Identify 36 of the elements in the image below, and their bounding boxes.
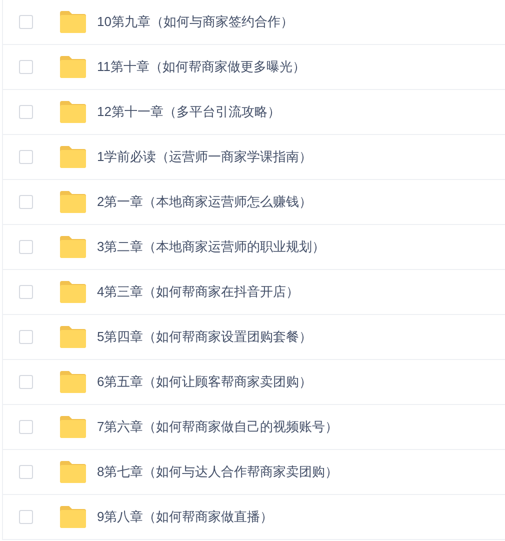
folder-name[interactable]: 4第三章（如何帮商家在抖音开店） [97,282,300,302]
checkbox[interactable] [19,510,33,524]
folder-icon [60,101,86,123]
folder-icon [60,146,86,168]
folder-name[interactable]: 12第十一章（多平台引流攻略） [97,102,280,122]
folder-name[interactable]: 1学前必读（运营师一商家学课指南） [97,147,312,167]
folder-icon [60,56,86,78]
checkbox[interactable] [19,285,33,299]
folder-name[interactable]: 6第五章（如何让顾客帮商家卖团购） [97,372,312,392]
folder-name[interactable]: 9第八章（如何帮商家做直播） [97,507,274,527]
folder-name[interactable]: 10第九章（如何与商家签约合作） [97,12,294,32]
checkbox[interactable] [19,195,33,209]
folder-name[interactable]: 3第二章（本地商家运营师的职业规划） [97,237,326,257]
folder-name[interactable]: 2第一章（本地商家运营师怎么赚钱） [97,192,312,212]
checkbox[interactable] [19,150,33,164]
checkbox[interactable] [19,330,33,344]
folder-icon [60,11,86,33]
folder-name[interactable]: 5第四章（如何帮商家设置团购套餐） [97,327,312,347]
checkbox[interactable] [19,240,33,254]
folder-icon [60,416,86,438]
folder-icon [60,281,86,303]
checkbox[interactable] [19,465,33,479]
checkbox[interactable] [19,420,33,434]
checkbox[interactable] [19,15,33,29]
folder-name[interactable]: 7第六章（如何帮商家做自己的视频账号） [97,417,338,437]
folder-icon [60,461,86,483]
folder-icon [60,326,86,348]
folder-icon [60,191,86,213]
folder-icon [60,236,86,258]
folder-icon [60,506,86,528]
checkbox[interactable] [19,375,33,389]
folder-name[interactable]: 11第十章（如何帮商家做更多曝光） [97,57,306,77]
folder-icon [60,371,86,393]
checkbox[interactable] [19,60,33,74]
checkbox[interactable] [19,105,33,119]
folder-name[interactable]: 8第七章（如何与达人合作帮商家卖团购） [97,462,338,482]
